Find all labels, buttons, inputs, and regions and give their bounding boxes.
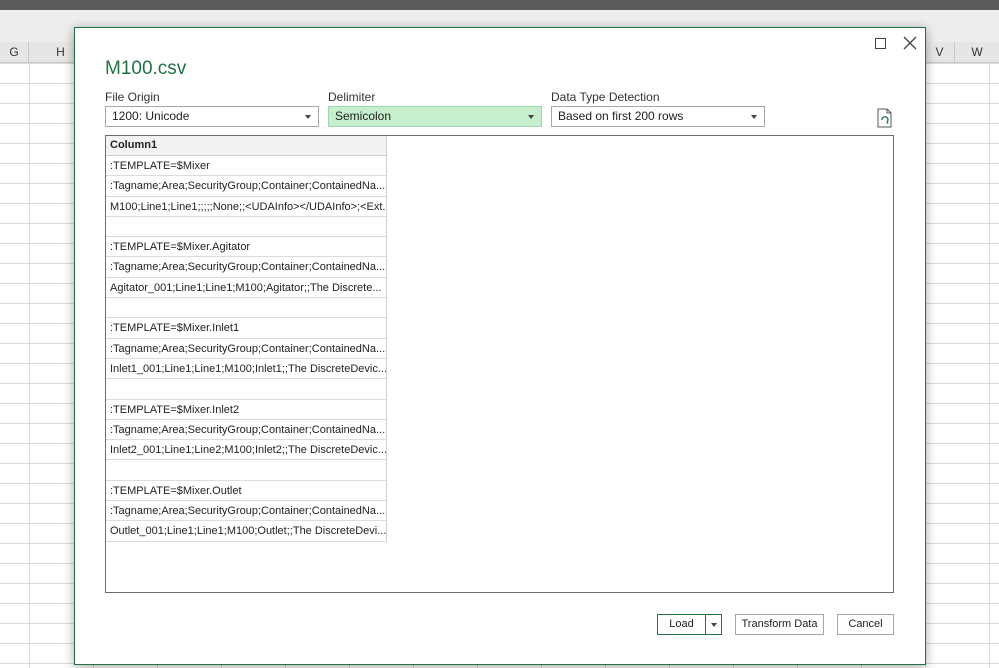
chevron-down-icon xyxy=(528,115,534,119)
table-row: :Tagname;Area;SecurityGroup;Container;Co… xyxy=(106,420,386,441)
table-row: Inlet2_001;Line1;Line2;M100;Inlet2;;The … xyxy=(106,440,386,461)
data-type-detection-label: Data Type Detection xyxy=(551,90,660,104)
column-header-g[interactable]: G xyxy=(0,42,29,62)
table-row xyxy=(106,298,386,319)
column-header[interactable]: Column1 xyxy=(106,136,386,156)
import-dialog: M100.csv File Origin 1200: Unicode Delim… xyxy=(74,27,926,665)
chevron-down-icon xyxy=(305,115,311,119)
file-origin-value: 1200: Unicode xyxy=(112,109,190,123)
file-origin-select[interactable]: 1200: Unicode xyxy=(105,106,319,127)
table-row xyxy=(106,460,386,481)
table-row: :TEMPLATE=$Mixer.Agitator xyxy=(106,237,386,258)
refresh-icon[interactable] xyxy=(876,108,894,128)
file-origin-label: File Origin xyxy=(105,90,160,104)
table-row: :TEMPLATE=$Mixer.Inlet1 xyxy=(106,318,386,339)
data-type-detection-value: Based on first 200 rows xyxy=(558,109,684,123)
table-row: :TEMPLATE=$Mixer.Outlet xyxy=(106,481,386,502)
table-row: :TEMPLATE=$Mixer.Inlet2 xyxy=(106,400,386,420)
transform-data-button[interactable]: Transform Data xyxy=(735,614,824,635)
maximize-icon[interactable] xyxy=(871,34,889,52)
data-preview-pane[interactable]: Column1 :TEMPLATE=$Mixer:Tagname;Area;Se… xyxy=(105,135,894,593)
preview-table: Column1 :TEMPLATE=$Mixer:Tagname;Area;Se… xyxy=(106,136,387,542)
load-button[interactable]: Load xyxy=(657,614,706,635)
delimiter-label: Delimiter xyxy=(328,90,376,104)
table-row: Outlet_001;Line1;Line1;M100;Outlet;;The … xyxy=(106,521,386,542)
table-row: :Tagname;Area;SecurityGroup;Container;Co… xyxy=(106,176,386,197)
table-row: Inlet1_001;Line1;Line1;M100;Inlet1;;The … xyxy=(106,359,386,380)
table-row: Agitator_001;Line1;Line1;M100;Agitator;;… xyxy=(106,278,386,299)
column-header-v[interactable]: V xyxy=(925,42,955,62)
close-icon[interactable] xyxy=(901,34,919,52)
table-row: :Tagname;Area;SecurityGroup;Container;Co… xyxy=(106,339,386,359)
table-row xyxy=(106,379,386,400)
chevron-down-icon xyxy=(751,115,757,119)
table-row: :Tagname;Area;SecurityGroup;Container;Co… xyxy=(106,501,386,522)
data-type-detection-select[interactable]: Based on first 200 rows xyxy=(551,106,765,127)
load-options-dropdown[interactable] xyxy=(705,614,722,635)
column-header-w[interactable]: W xyxy=(955,42,999,62)
dialog-title: M100.csv xyxy=(105,58,187,79)
table-row xyxy=(106,217,386,238)
table-row: :Tagname;Area;SecurityGroup;Container;Co… xyxy=(106,257,386,278)
excel-title-bar xyxy=(0,0,999,10)
delimiter-value: Semicolon xyxy=(335,109,392,123)
table-row: :TEMPLATE=$Mixer xyxy=(106,156,386,177)
chevron-down-icon xyxy=(711,623,717,627)
cancel-button[interactable]: Cancel xyxy=(837,614,894,635)
delimiter-select[interactable]: Semicolon xyxy=(328,106,542,127)
table-row: M100;Line1;Line1;;;;;None;;<UDAInfo></UD… xyxy=(106,197,386,217)
